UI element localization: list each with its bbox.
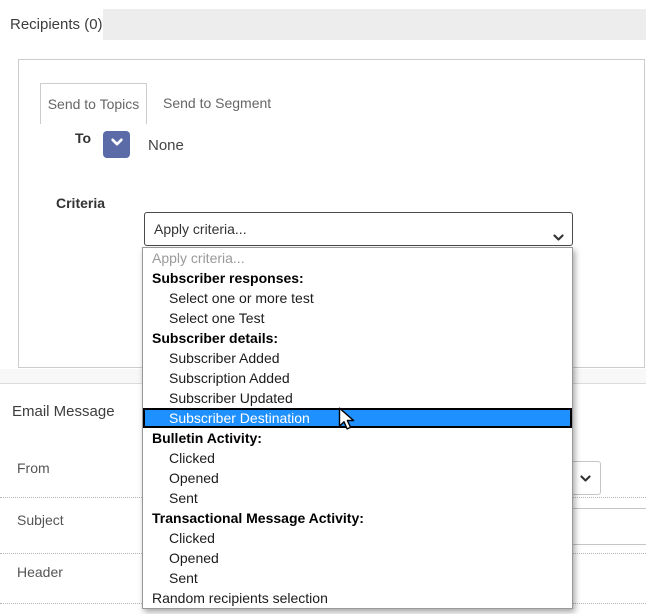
from-label: From [17, 460, 50, 476]
dropdown-option[interactable]: Apply criteria... [143, 248, 572, 268]
to-topics-dropdown-button[interactable] [103, 131, 130, 158]
tab-strip: Recipients (0) [0, 9, 646, 40]
mouse-cursor-icon [338, 407, 357, 437]
dropdown-group-label: Subscriber responses: [152, 270, 304, 286]
criteria-select-value: Apply criteria... [154, 221, 247, 237]
to-selected-value: None [148, 137, 184, 154]
dropdown-option[interactable]: Subscriber Updated [143, 388, 572, 408]
dropdown-option[interactable]: Clicked [143, 528, 572, 548]
dropdown-option[interactable]: Select one Test [143, 308, 572, 328]
criteria-dropdown-list: Apply criteria... Subscriber responses: … [142, 247, 573, 609]
bulletin-editor-screen: Recipients (0) Send to Topics Send to Se… [0, 0, 646, 614]
dropdown-group-label: Subscriber details: [152, 330, 279, 346]
chevron-down-icon [579, 472, 592, 490]
dropdown-option[interactable]: Opened [143, 548, 572, 568]
dropdown-option[interactable]: Random recipients selection [143, 588, 572, 608]
dropdown-option[interactable]: Sent [143, 568, 572, 588]
dropdown-group-label: Transactional Message Activity: [152, 510, 364, 526]
dropdown-group-label: Bulletin Activity: [152, 430, 262, 446]
tab-recipients[interactable]: Recipients (0) [0, 9, 103, 40]
dropdown-option[interactable]: Select one or more test [143, 288, 572, 308]
dropdown-option[interactable]: Clicked [143, 448, 572, 468]
header-label: Header [17, 564, 63, 580]
dropdown-option[interactable]: Opened [143, 468, 572, 488]
dropdown-option[interactable]: Subscriber Added [143, 348, 572, 368]
email-message-title: Email Message [12, 403, 115, 420]
criteria-select[interactable]: Apply criteria... [144, 212, 573, 246]
tab-send-to-segment[interactable]: Send to Segment [163, 83, 271, 124]
tab-send-to-topics[interactable]: Send to Topics [40, 83, 147, 124]
dropdown-option-selected[interactable]: Subscriber Destination [143, 408, 572, 428]
chevron-down-icon [110, 135, 124, 154]
dropdown-option[interactable]: Sent [143, 488, 572, 508]
criteria-label: Criteria [56, 195, 106, 211]
to-label: To [75, 130, 92, 146]
subject-label: Subject [17, 512, 64, 528]
dropdown-option[interactable]: Subscription Added [143, 368, 572, 388]
